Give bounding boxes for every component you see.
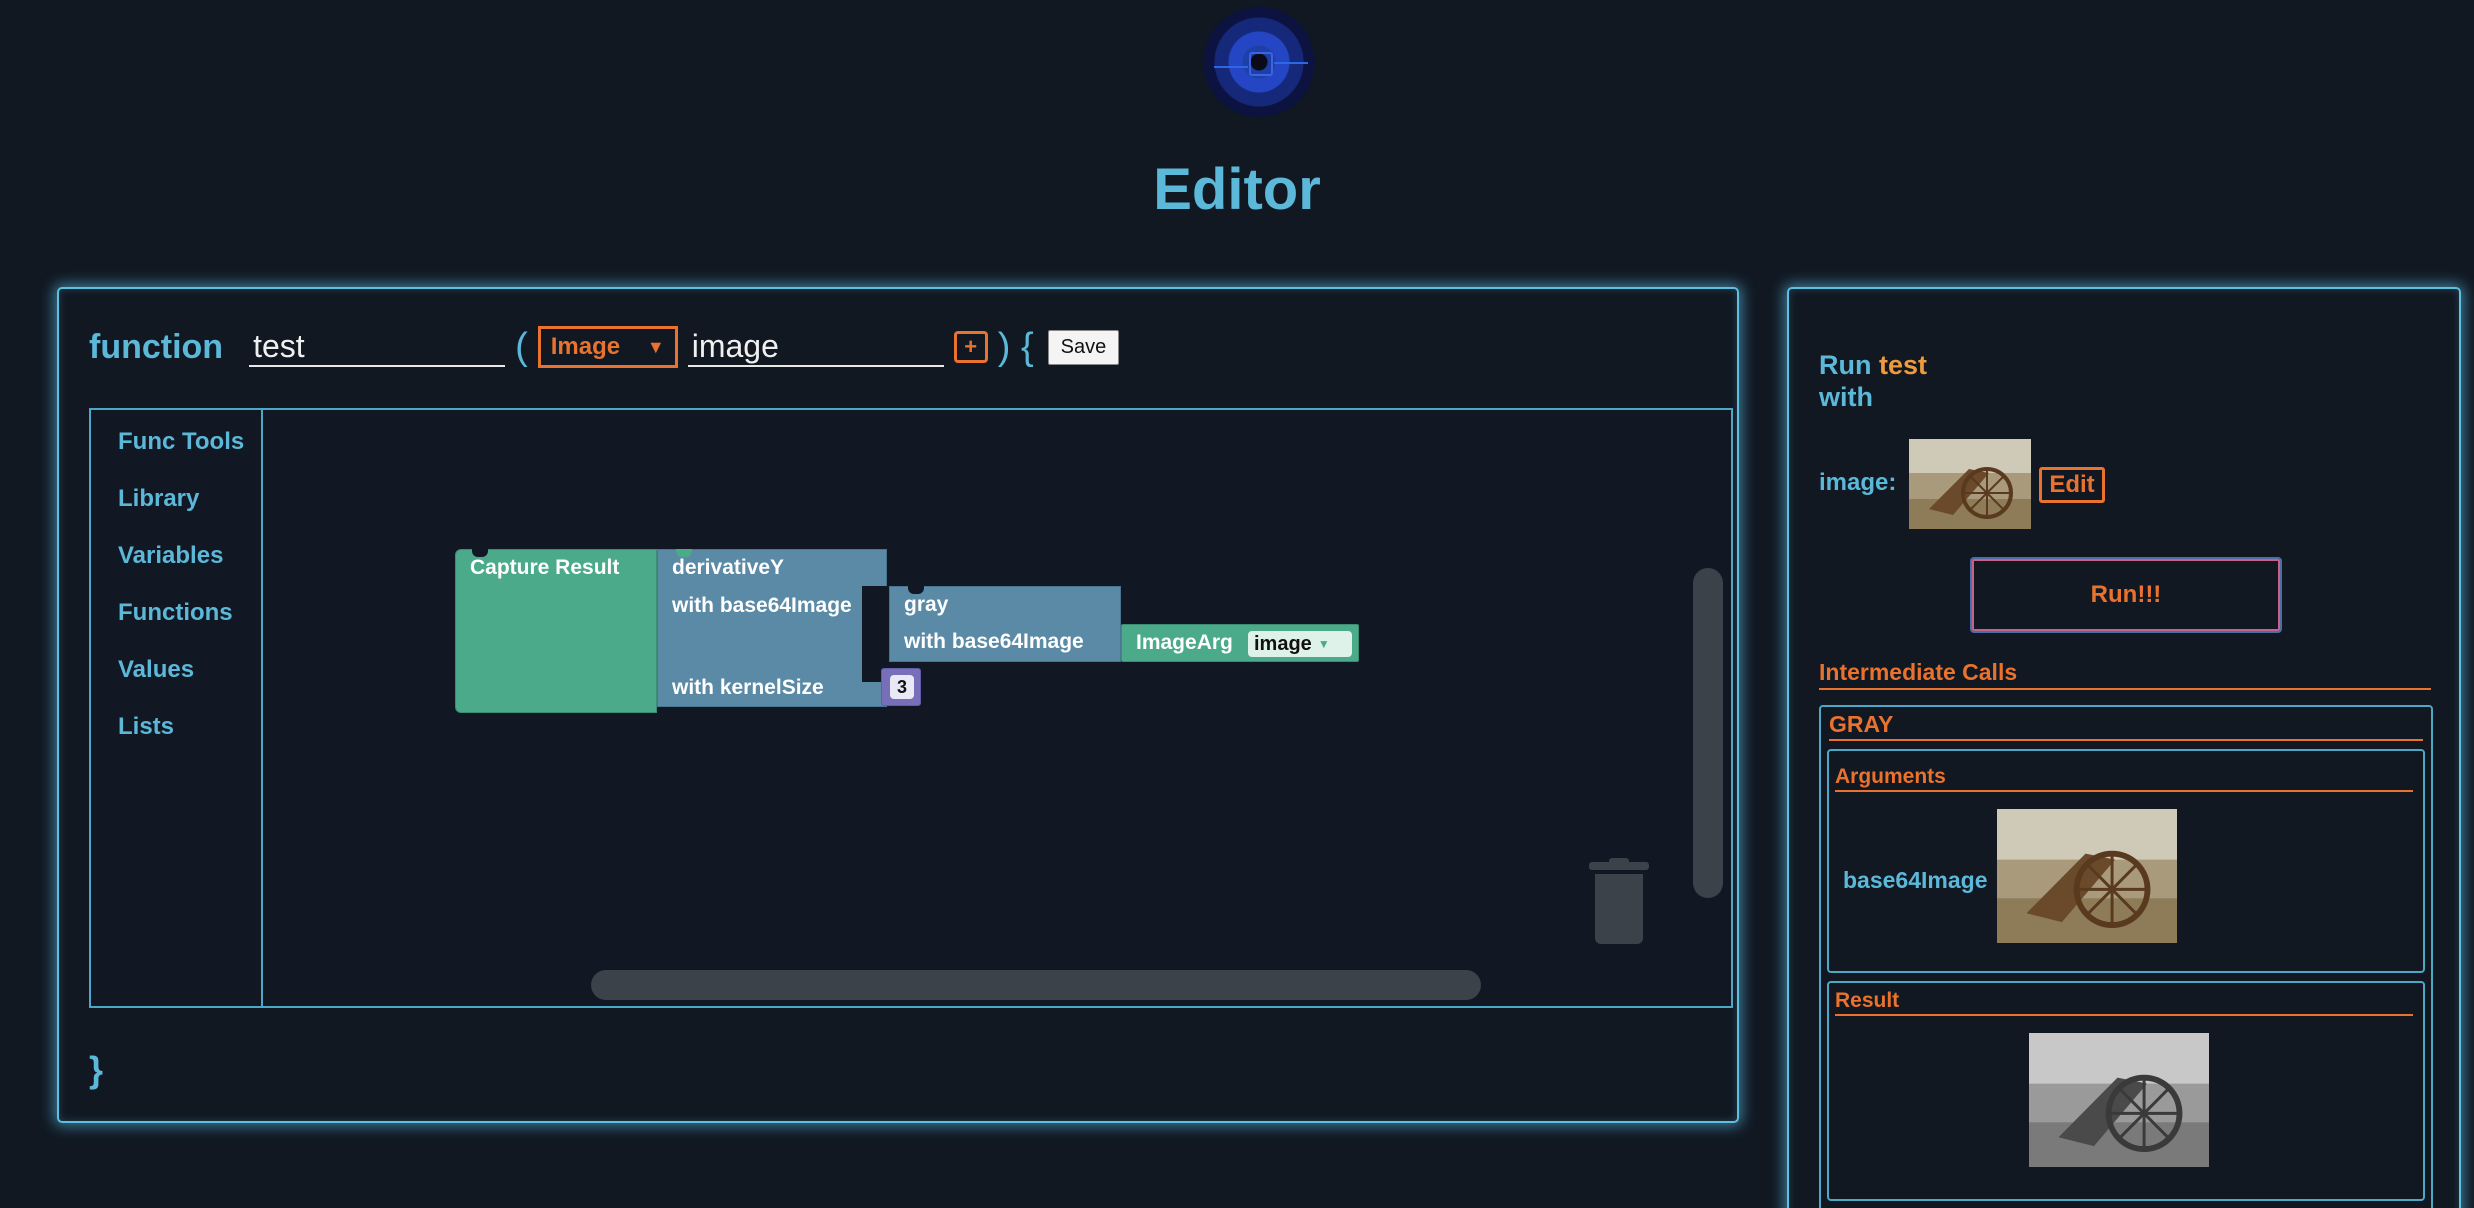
toolbox-item-lists[interactable]: Lists [118, 713, 174, 741]
intermediate-calls-title: Intermediate Calls [1819, 659, 2431, 690]
capture-result-block[interactable]: Capture Result [455, 549, 657, 713]
image-arg-block[interactable]: ImageArg image ▼ [1121, 624, 1359, 662]
chevron-down-icon: ▼ [1317, 637, 1330, 651]
run-heading: Run test with [1819, 349, 1927, 413]
toolbox-item-variables[interactable]: Variables [118, 542, 223, 570]
gray-block[interactable]: gray with base64Image [889, 586, 1121, 662]
derivative-arg-image-label: with base64Image [672, 594, 852, 617]
edit-image-button[interactable]: Edit [2039, 467, 2105, 503]
app-logo [1202, 6, 1316, 118]
chevron-down-icon: ▼ [646, 336, 665, 357]
block-workspace[interactable]: Func Tools Library Variables Functions V… [89, 408, 1733, 1008]
image-arg-label: ImageArg [1136, 631, 1233, 654]
run-panel: Run test with image: Edit Run!!! Interme… [1787, 287, 2461, 1208]
derivative-y-block[interactable]: derivativeY with base64Image with kernel… [657, 549, 888, 707]
workspace-horizontal-scrollbar[interactable] [591, 970, 1481, 1000]
kernel-size-block[interactable]: 3 [881, 668, 921, 706]
toolbox-item-functions[interactable]: Functions [118, 599, 233, 627]
image-arg-dropdown[interactable]: image ▼ [1248, 631, 1352, 657]
run-label: Run [1819, 350, 1872, 380]
close-paren-brace: ) { [997, 325, 1034, 368]
arguments-title: Arguments [1835, 765, 2413, 792]
function-signature: function ( Image ▼ + ) { Save [89, 319, 1120, 375]
result-image [2029, 1033, 2209, 1167]
call-gray: GRAY Arguments base64Image Result [1819, 705, 2433, 1208]
close-brace: } [89, 1049, 104, 1090]
derivative-y-label: derivativeY [672, 556, 785, 579]
param-type-value: Image [550, 333, 621, 360]
toolbox-item-func-tools[interactable]: Func Tools [118, 428, 244, 456]
trash-icon[interactable] [1589, 858, 1649, 944]
run-button[interactable]: Run!!! [1970, 557, 2282, 633]
open-paren: ( [515, 325, 528, 368]
page-title: Editor [1153, 157, 1321, 222]
logo-chip-icon [1249, 52, 1273, 76]
toolbox: Func Tools Library Variables Functions V… [91, 410, 263, 1006]
toolbox-item-library[interactable]: Library [118, 485, 199, 513]
derivative-arg-kernel-label: with kernelSize [672, 676, 824, 699]
param-type-select[interactable]: Image ▼ [537, 326, 678, 368]
result-title: Result [1835, 989, 2413, 1016]
param-name-input[interactable] [687, 327, 944, 367]
capture-result-label: Capture Result [470, 556, 620, 579]
toolbox-item-values[interactable]: Values [118, 656, 194, 684]
image-arg-value: image [1254, 632, 1312, 655]
function-name-input[interactable] [249, 327, 506, 367]
save-button[interactable]: Save [1047, 329, 1120, 365]
with-label: with [1819, 382, 1873, 412]
argument-image [1997, 809, 2177, 943]
arguments-box: Arguments base64Image [1827, 749, 2425, 973]
run-function-name: test [1879, 350, 1928, 380]
add-param-button[interactable]: + [953, 331, 988, 363]
kernel-size-value[interactable]: 3 [890, 675, 914, 699]
arg-name: base64Image [1843, 867, 1988, 893]
image-arg-label: image: [1819, 469, 1897, 496]
function-keyword: function [89, 327, 224, 366]
image-arg-thumbnail [1909, 439, 2031, 529]
call-name: GRAY [1829, 711, 2423, 741]
gray-label: gray [904, 593, 949, 616]
gray-arg-image-label: with base64Image [904, 630, 1084, 653]
result-box: Result [1827, 981, 2425, 1201]
workspace-vertical-scrollbar[interactable] [1693, 568, 1723, 898]
editor-panel: function ( Image ▼ + ) { Save Func Tools… [57, 287, 1739, 1123]
